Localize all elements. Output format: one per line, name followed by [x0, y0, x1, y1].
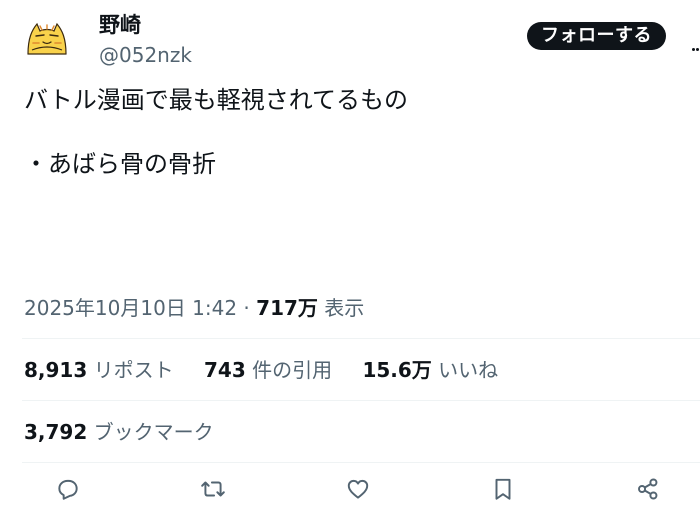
reply-icon[interactable] — [55, 476, 81, 502]
share-icon[interactable] — [635, 476, 661, 502]
bookmarks-count: 3,792 — [24, 420, 88, 444]
timestamp[interactable]: 2025年10月10日 1:42 — [24, 296, 237, 320]
bookmarks-label: ブックマーク — [93, 420, 214, 444]
reposts-count: 8,913 — [24, 358, 88, 382]
cat-avatar-icon — [22, 14, 72, 64]
more-icon[interactable] — [692, 36, 700, 51]
divider — [22, 400, 700, 401]
quotes-count: 743 — [203, 358, 246, 382]
views-count: 717万 — [256, 296, 318, 320]
likes-stat[interactable]: 15.6万 いいね — [362, 356, 498, 384]
action-bar — [0, 476, 700, 506]
views-label: 表示 — [317, 296, 365, 320]
divider — [22, 462, 700, 463]
display-name[interactable]: 野崎 — [99, 12, 141, 38]
like-icon[interactable] — [345, 476, 371, 502]
retweet-icon[interactable] — [200, 476, 226, 502]
quotes-label: 件の引用 — [252, 358, 333, 382]
reposts-label: リポスト — [93, 358, 174, 382]
user-handle[interactable]: @052nzk — [99, 42, 192, 68]
divider — [22, 338, 700, 339]
bookmark-icon[interactable] — [490, 476, 516, 502]
meta-separator: · — [237, 296, 257, 320]
tweet-stats: 8,913 リポスト 743 件の引用 15.6万 いいね — [24, 356, 522, 384]
likes-label: いいね — [438, 358, 499, 382]
reposts-stat[interactable]: 8,913 リポスト — [24, 356, 174, 384]
likes-count: 15.6万 — [362, 358, 432, 382]
avatar[interactable] — [22, 14, 72, 64]
tweet-text: バトル漫画で最も軽視されてるもの ・あばら骨の骨折 — [24, 86, 408, 178]
tweet-header: 野崎 @052nzk フォローする — [22, 12, 700, 68]
tweet-meta: 2025年10月10日 1:42 · 717万 表示 — [24, 294, 364, 322]
quotes-stat[interactable]: 743 件の引用 — [204, 356, 332, 384]
follow-button[interactable]: フォローする — [527, 22, 666, 50]
bookmarks-stat[interactable]: 3,792 ブックマーク — [24, 418, 238, 446]
